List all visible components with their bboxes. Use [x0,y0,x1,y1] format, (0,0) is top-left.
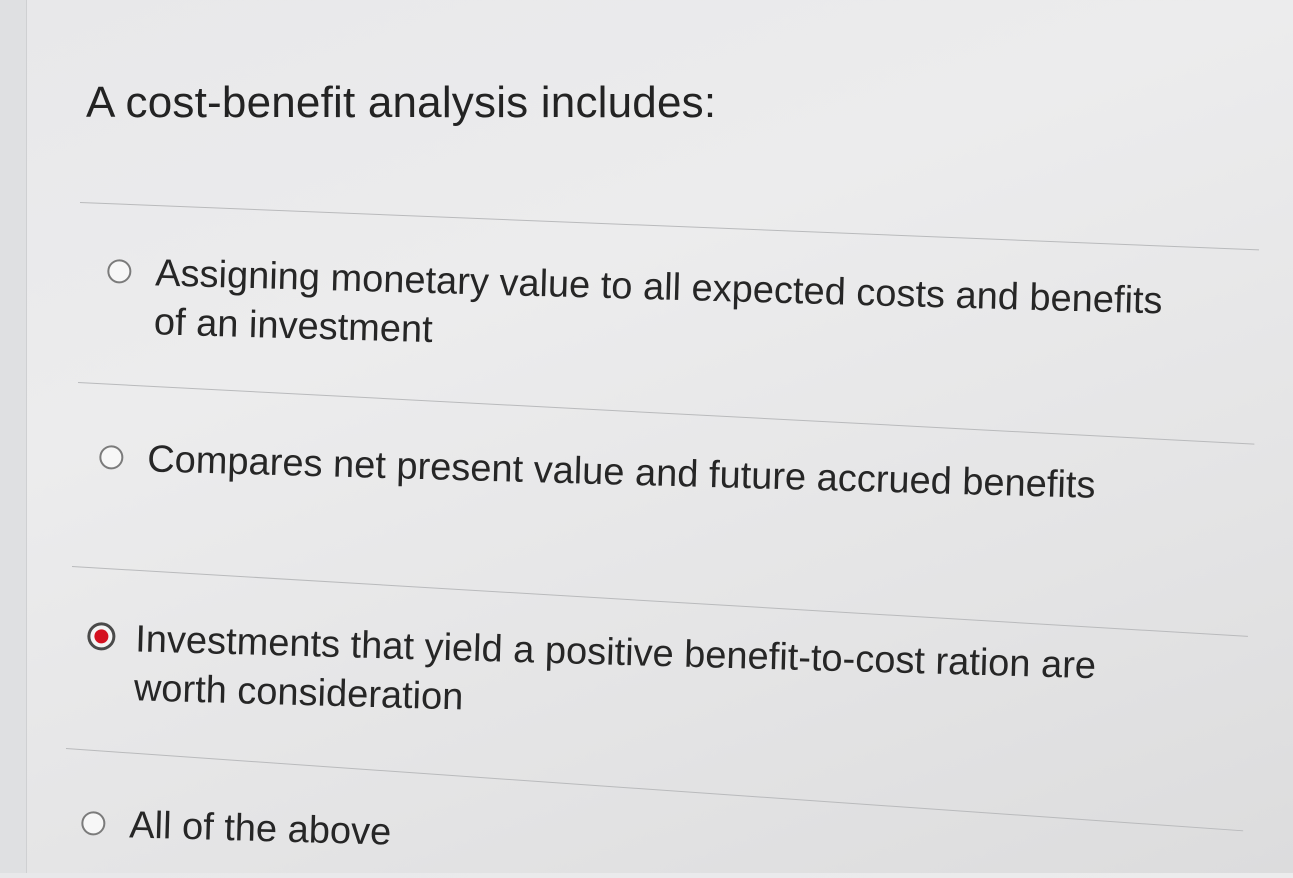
radio-button-selected[interactable] [86,621,116,651]
divider [77,382,1255,445]
divider [79,202,1260,251]
option-label: Assigning monetary value to all expected… [153,252,1164,351]
option-compares-npv[interactable]: Compares net present value and future ac… [99,434,1158,512]
option-positive-benefit-to-cost[interactable]: Investments that yield a positive benefi… [85,614,1145,741]
question-text: A cost-benefit analysis includes: [86,78,717,127]
quiz-question-card: A cost-benefit analysis includes: Assign… [0,0,1293,873]
radio-button[interactable] [107,258,132,284]
option-label: Investments that yield a positive benefi… [133,618,1097,719]
radio-button[interactable] [81,810,106,836]
radio-button[interactable] [99,444,124,470]
option-label: Compares net present value and future ac… [146,438,1096,507]
option-assigning-monetary-value[interactable]: Assigning monetary value to all expected… [105,248,1165,375]
